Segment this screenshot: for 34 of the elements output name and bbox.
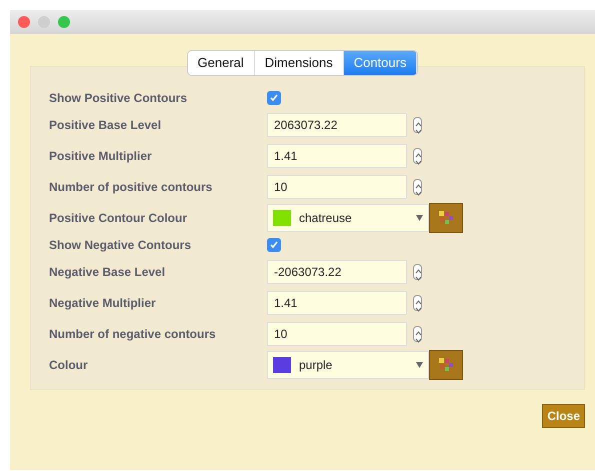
field-label: Show Negative Contours bbox=[49, 237, 192, 254]
palette-icon bbox=[437, 356, 455, 374]
field-label: Positive Contour Colour bbox=[49, 210, 188, 227]
number-field[interactable]: 10 bbox=[267, 175, 407, 199]
colour-dropdown[interactable]: purple bbox=[267, 351, 429, 379]
number-field[interactable]: 2063073.22 bbox=[267, 113, 407, 137]
field-label: Show Positive Contours bbox=[49, 90, 188, 107]
field-label: Negative Base Level bbox=[49, 264, 166, 281]
number-field[interactable]: 1.41 bbox=[267, 144, 407, 168]
palette-icon bbox=[437, 209, 455, 227]
number-field[interactable]: -2063073.22 bbox=[267, 260, 407, 284]
field-label: Colour bbox=[49, 357, 89, 374]
field-label: Negative Multiplier bbox=[49, 295, 157, 312]
stepper-icon[interactable] bbox=[413, 295, 422, 311]
stepper-icon[interactable] bbox=[413, 326, 422, 342]
stepper-icon[interactable] bbox=[413, 179, 422, 195]
colour-picker-button[interactable] bbox=[429, 350, 463, 380]
field-label: Positive Base Level bbox=[49, 117, 162, 134]
close-window-icon[interactable] bbox=[18, 16, 30, 28]
colour-dropdown[interactable]: chatreuse bbox=[267, 204, 429, 232]
number-field[interactable]: 1.41 bbox=[267, 291, 407, 315]
field-label: Number of positive contours bbox=[49, 179, 214, 196]
stepper-icon[interactable] bbox=[413, 148, 422, 164]
checkbox[interactable] bbox=[267, 238, 281, 252]
field-label: Positive Multiplier bbox=[49, 148, 153, 165]
stepper-icon[interactable] bbox=[413, 117, 422, 133]
caret-icon bbox=[416, 362, 423, 368]
number-field[interactable]: 10 bbox=[267, 322, 407, 346]
caret-icon bbox=[416, 215, 423, 221]
checkbox[interactable] bbox=[267, 91, 281, 105]
colour-picker-button[interactable] bbox=[429, 203, 463, 233]
stepper-icon[interactable] bbox=[413, 264, 422, 280]
tab[interactable]: General bbox=[188, 51, 255, 74]
field-label: Number of negative contours bbox=[49, 326, 217, 343]
